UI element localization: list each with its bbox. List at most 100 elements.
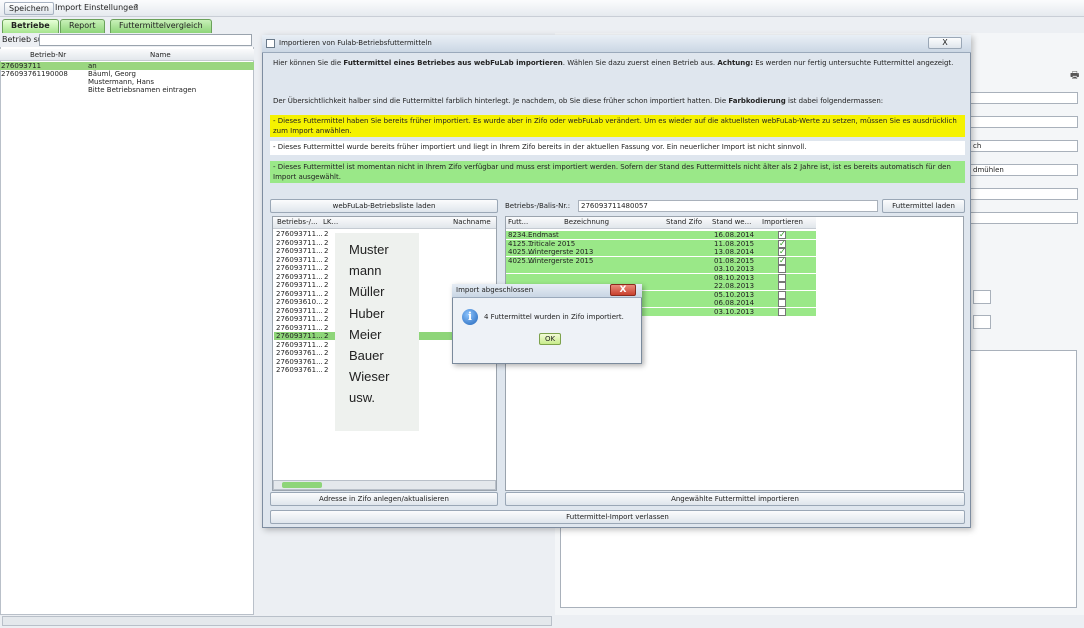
farm-nr: 276093711... xyxy=(276,272,323,281)
farm-nr: 276093711... xyxy=(276,289,323,298)
farm-nr: 276093711... xyxy=(276,332,323,340)
farm-lk: 2 xyxy=(324,298,329,306)
import-checkbox[interactable]: ✓ xyxy=(778,231,786,239)
tab-betriebe[interactable]: Betriebe xyxy=(2,19,59,33)
import-checkbox[interactable]: ✓ xyxy=(778,256,786,265)
import-checkbox[interactable] xyxy=(778,265,786,273)
help-menu[interactable]: ? xyxy=(134,3,138,12)
farm-name: Bäuml, Georg xyxy=(88,70,136,78)
load-feed-button[interactable]: Futtermittel laden xyxy=(882,199,965,213)
overlay-name: Huber xyxy=(349,305,385,321)
scroll-thumb[interactable] xyxy=(282,482,322,488)
detail-field-muehlen[interactable]: dmühlen xyxy=(970,164,1078,176)
horizontal-scrollbar[interactable] xyxy=(2,616,552,626)
farm-lk: 2 xyxy=(324,272,329,281)
farm-grid-scrollbar[interactable] xyxy=(273,480,496,490)
exit-import-button[interactable]: Futtermittel-Import verlassen xyxy=(270,510,965,524)
import-checkbox[interactable]: ✓ xyxy=(778,248,786,256)
legend-white: - Dieses Futtermittel wurde bereits früh… xyxy=(270,141,965,155)
farm-nr: 276093711... xyxy=(276,255,323,264)
import-checkbox[interactable] xyxy=(778,290,786,299)
detail-field[interactable] xyxy=(970,212,1078,224)
feed-stand-web: 03.10.2013 xyxy=(714,307,755,316)
farm-nr: 276093711... xyxy=(276,306,323,315)
table-row[interactable]: Mustermann, Hans xyxy=(0,78,254,86)
detail-small-field[interactable] xyxy=(973,290,991,304)
close-icon[interactable]: X xyxy=(610,284,636,296)
import-checkbox[interactable] xyxy=(778,307,786,316)
col-header-futt[interactable]: Futt... xyxy=(508,217,528,228)
col-header-importieren[interactable]: Importieren xyxy=(762,217,803,228)
col-header-name[interactable]: Name xyxy=(150,51,171,59)
load-farm-list-button[interactable]: webFuLab-Betriebsliste laden xyxy=(270,199,498,213)
table-row[interactable]: 276093711 an xyxy=(0,62,254,70)
import-selected-button[interactable]: Angewählte Futtermittel importieren xyxy=(505,492,965,506)
overlay-name: mann xyxy=(349,263,382,279)
main-tabs: Betriebe Report Futtermittelvergleich xyxy=(0,17,260,34)
farm-lk: 2 xyxy=(324,255,329,264)
table-row[interactable]: 276093761190008 Bäuml, Georg xyxy=(0,70,254,78)
overlay-name: Bauer xyxy=(349,348,384,363)
overlay-name: Muster xyxy=(349,242,389,257)
settings-menu[interactable]: Einstellungen xyxy=(84,3,138,12)
message-text: 4 Futtermittel wurden in Zifo importiert… xyxy=(484,313,624,321)
farm-lk: 2 xyxy=(324,332,329,340)
table-row[interactable]: Bitte Betriebsnamen eintragen xyxy=(0,86,254,94)
feed-grid-row[interactable]: 4125... Triticale 2015 11.08.2015 ✓ xyxy=(506,239,816,248)
col-header-stand-zifo[interactable]: Stand Zifo xyxy=(666,217,702,228)
detail-field[interactable] xyxy=(970,116,1078,128)
save-menu-button[interactable]: Speichern xyxy=(4,2,54,15)
farm-nr: 276093711... xyxy=(276,281,323,289)
feed-grid-row[interactable]: 08.10.2013 xyxy=(506,273,816,282)
import-menu[interactable]: Import xyxy=(55,3,82,12)
feed-name: Endmast xyxy=(528,231,559,239)
feed-grid-row[interactable]: 8234... Endmast 16.08.2014 ✓ xyxy=(506,231,816,239)
col-header-lk[interactable]: LK... xyxy=(323,217,338,228)
tab-futtermittelvergleich[interactable]: Futtermittelvergleich xyxy=(110,19,212,33)
detail-field[interactable] xyxy=(970,92,1078,104)
farm-search-input[interactable] xyxy=(39,34,252,46)
farm-nr: 276093711 xyxy=(1,62,42,70)
import-checkbox[interactable]: ✓ xyxy=(778,239,786,248)
farm-name: Bitte Betriebsnamen eintragen xyxy=(88,86,197,94)
farm-name: an xyxy=(88,62,97,70)
legend-green: - Dieses Futtermittel ist momentan nicht… xyxy=(270,161,965,183)
farm-list-header: Betrieb-Nr Name xyxy=(0,49,254,61)
farm-lk: 2 xyxy=(324,281,329,289)
import-checkbox[interactable] xyxy=(778,299,786,307)
info-icon: i xyxy=(462,309,478,325)
legend-yellow: - Dieses Futtermittel haben Sie bereits … xyxy=(270,115,965,137)
feed-stand-web: 03.10.2013 xyxy=(714,265,755,273)
farm-nr: 276093711... xyxy=(276,340,323,349)
col-header-stand-web[interactable]: Stand we... xyxy=(712,217,751,228)
farm-nr: 276093761... xyxy=(276,349,323,357)
intro-text: Hier können Sie die Futtermittel eines B… xyxy=(273,59,954,67)
feed-stand-web: 11.08.2015 xyxy=(714,239,755,248)
feed-grid-row[interactable]: 4025... Wintergerste 2015 01.08.2015 ✓ xyxy=(506,256,816,265)
col-header-nachname[interactable]: Nachname xyxy=(453,217,491,228)
farm-grid-header: Betriebs-/... LK... Nachname xyxy=(273,217,496,229)
feed-name: Wintergerste 2015 xyxy=(528,256,594,265)
col-header-nr[interactable]: Betrieb-Nr xyxy=(30,51,66,59)
farm-lk: 2 xyxy=(324,289,329,298)
farm-lk: 2 xyxy=(324,306,329,315)
print-icon[interactable]: 🖶 xyxy=(1070,68,1079,85)
detail-field[interactable] xyxy=(970,188,1078,200)
feed-grid-row[interactable]: 4025... Wintergerste 2013 13.08.2014 ✓ xyxy=(506,248,816,256)
ok-button[interactable]: OK xyxy=(539,333,561,345)
feed-grid-row[interactable]: 03.10.2013 xyxy=(506,265,816,273)
tab-report[interactable]: Report xyxy=(60,19,105,33)
col-header-betriebsnr[interactable]: Betriebs-/... xyxy=(277,217,318,228)
farm-lk: 2 xyxy=(324,323,329,332)
overlay-name: Wieser xyxy=(349,369,390,385)
close-icon[interactable]: X xyxy=(928,37,962,49)
address-update-button[interactable]: Adresse in Zifo anlegen/aktualisieren xyxy=(270,492,498,506)
import-checkbox[interactable] xyxy=(778,282,786,290)
overlay-name: Meier xyxy=(349,326,382,342)
detail-field-ch[interactable]: ch xyxy=(970,140,1078,152)
detail-small-field[interactable] xyxy=(973,315,991,329)
balis-input[interactable]: 276093711480057 xyxy=(578,200,878,212)
farm-nr: 276093711... xyxy=(276,323,323,332)
import-checkbox[interactable] xyxy=(778,273,786,282)
col-header-bezeichnung[interactable]: Bezeichnung xyxy=(564,217,609,228)
